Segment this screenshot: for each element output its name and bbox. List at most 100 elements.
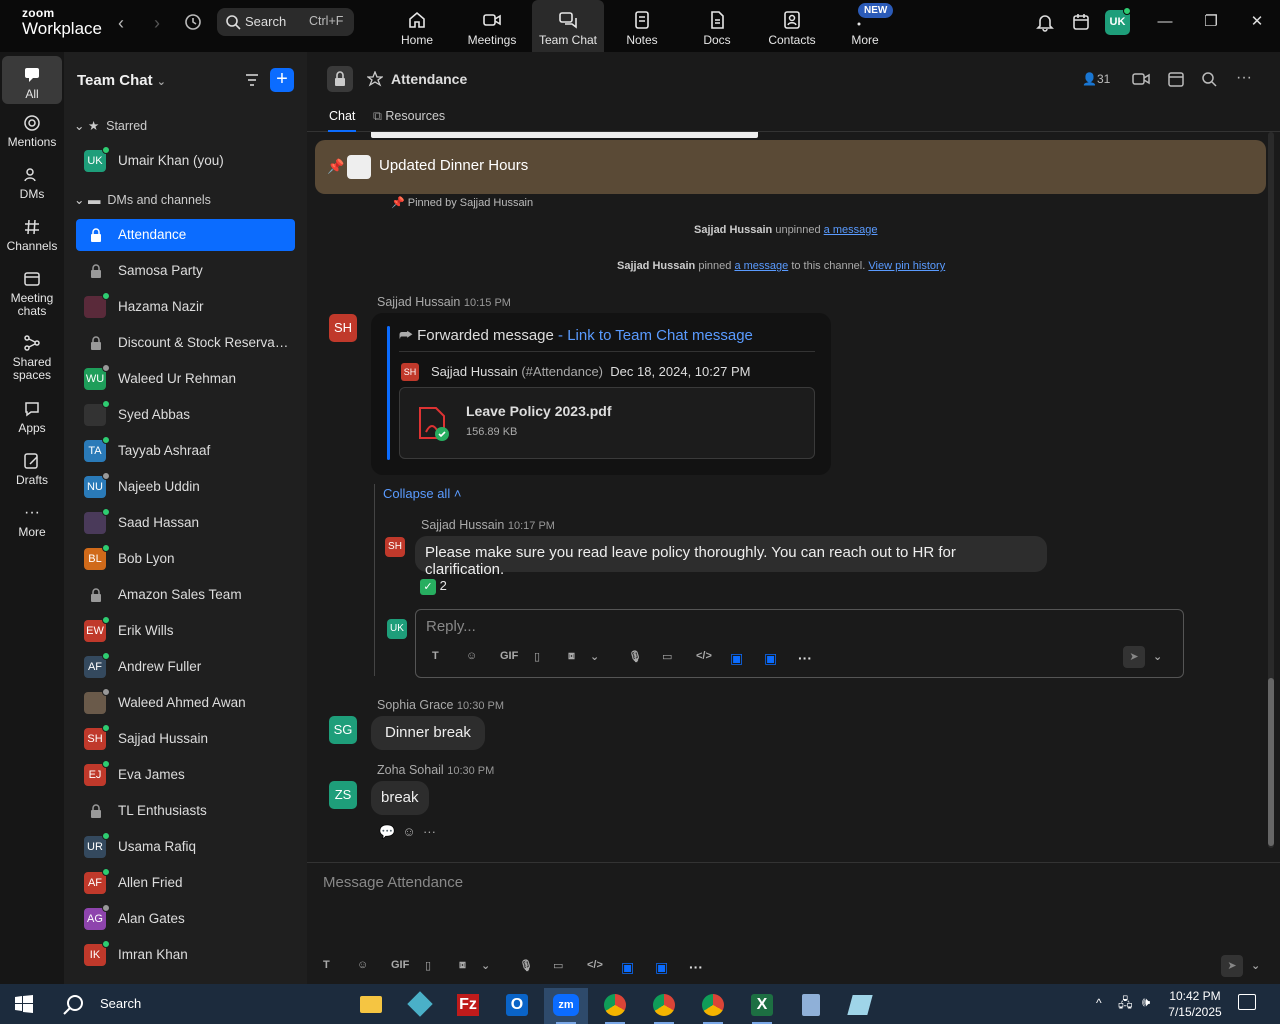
list-item[interactable]: EW Erik Wills [76, 615, 295, 647]
text-format-icon[interactable]: T [323, 959, 330, 971]
rail-drafts[interactable]: Drafts [2, 452, 62, 487]
list-item[interactable]: AF Andrew Fuller [76, 651, 295, 683]
list-item[interactable]: Saad Hassan [76, 507, 295, 539]
tab-home[interactable]: Home [381, 0, 453, 52]
file-attachment[interactable]: Leave Policy 2023.pdf 156.89 KB [399, 387, 815, 459]
minimize-icon[interactable]: — [1156, 13, 1174, 31]
app-icon[interactable]: ▣ [730, 650, 743, 667]
tab-chat[interactable]: Chat [327, 109, 357, 132]
emoji-icon[interactable]: ☺ [357, 959, 368, 971]
tab-team-chat[interactable]: Team Chat [532, 0, 604, 52]
rail-dms[interactable]: DMs [2, 166, 62, 201]
scrollbar[interactable] [1268, 132, 1274, 848]
team-chat-link[interactable]: Link to Team Chat message [567, 327, 753, 344]
video-clip-icon[interactable]: ▭ [553, 959, 563, 972]
new-chat-button[interactable]: + [270, 68, 294, 92]
filezilla-icon[interactable]: Fz [446, 988, 490, 1024]
pinned-message-bar[interactable]: 📌 Updated Dinner Hours [315, 140, 1266, 194]
gif-icon[interactable]: GIF [500, 650, 518, 662]
forward-icon[interactable]: › [146, 12, 168, 34]
list-item[interactable]: IK Imran Khan [76, 939, 295, 971]
list-item[interactable]: AG Alan Gates [76, 903, 295, 935]
tab-meetings[interactable]: Meetings [456, 0, 528, 52]
windows-start-icon[interactable] [15, 995, 33, 1013]
close-icon[interactable]: ✕ [1248, 13, 1266, 31]
section-dms[interactable]: ⌄ ▬ DMs and channels [74, 192, 211, 207]
outlook-icon[interactable]: O [495, 988, 539, 1024]
calendar-icon[interactable] [1167, 70, 1185, 88]
video-call-icon[interactable] [1132, 71, 1150, 87]
sidebar-title[interactable]: Team Chat ⌄ [77, 72, 166, 89]
text-format-icon[interactable]: T [432, 650, 439, 662]
chrome-icon[interactable] [691, 988, 735, 1024]
calculator-icon[interactable] [789, 988, 833, 1024]
taskbar-search-label[interactable]: Search [100, 996, 141, 1011]
send-options-chevron-icon[interactable]: ⌄ [1251, 959, 1260, 972]
code-icon[interactable]: </> [696, 650, 712, 662]
section-starred[interactable]: ⌄ ★ Starred [74, 118, 147, 133]
rail-mentions[interactable]: Mentions [2, 114, 62, 149]
reaction[interactable]: ✓ 2 [420, 578, 447, 595]
avatar[interactable]: ZS [329, 781, 357, 809]
star-icon[interactable] [367, 71, 383, 87]
dropdown-chevron-icon[interactable]: ⌄ [481, 959, 490, 972]
rail-channels[interactable]: Channels [2, 218, 62, 253]
list-item[interactable]: BL Bob Lyon [76, 543, 295, 575]
avatar[interactable]: SG [329, 716, 357, 744]
history-icon[interactable] [182, 12, 204, 34]
rail-more[interactable]: ··· More [2, 504, 62, 539]
screenshot-icon[interactable]: ⧈ [568, 650, 575, 663]
notepad-icon[interactable] [838, 988, 882, 1024]
clock[interactable]: 10:42 PM 7/15/2025 [1165, 988, 1225, 1020]
rail-meeting-chats[interactable]: Meeting chats [2, 270, 62, 318]
chrome-icon[interactable] [642, 988, 686, 1024]
message-link[interactable]: a message [824, 224, 878, 236]
app-icon[interactable]: ▣ [764, 650, 777, 667]
list-item[interactable]: TA Tayyab Ashraaf [76, 435, 295, 467]
emoji-icon[interactable]: ☺ [466, 650, 477, 662]
file-explorer-icon[interactable] [348, 988, 392, 1024]
send-options-chevron-icon[interactable]: ⌄ [1153, 650, 1162, 663]
screenshot-icon[interactable]: ⧈ [459, 959, 466, 972]
list-item[interactable]: UR Usama Rafiq [76, 831, 295, 863]
list-item[interactable]: Amazon Sales Team [76, 579, 295, 611]
app-diamond-icon[interactable] [397, 988, 441, 1024]
notifications-icon[interactable] [1238, 994, 1256, 1010]
emoji-reaction-icon[interactable]: ☺ [402, 824, 415, 839]
file-icon[interactable]: ▯ [534, 650, 540, 663]
list-item[interactable]: TL Enthusiasts [76, 795, 295, 827]
list-item[interactable]: Samosa Party [76, 255, 295, 287]
avatar[interactable]: SH [329, 314, 357, 342]
list-item[interactable]: Waleed Ahmed Awan [76, 687, 295, 719]
tray-chevron-icon[interactable]: ^ [1096, 996, 1102, 1010]
list-item[interactable]: UK Umair Khan (you) [76, 145, 295, 177]
gif-icon[interactable]: GIF [391, 959, 409, 971]
file-icon[interactable]: ▯ [425, 959, 431, 972]
app-icon[interactable]: ▣ [655, 959, 668, 976]
member-count[interactable]: 👤31 [1082, 72, 1110, 86]
more-icon[interactable]: ··· [689, 959, 703, 975]
rail-apps[interactable]: Apps [2, 400, 62, 435]
rail-shared-spaces[interactable]: Shared spaces [2, 334, 62, 382]
list-item[interactable]: Syed Abbas [76, 399, 295, 431]
whiteboard-icon[interactable] [1071, 12, 1091, 32]
message-link[interactable]: a message [734, 260, 788, 272]
search-box[interactable]: Search Ctrl+F [217, 8, 354, 36]
view-pin-history-link[interactable]: View pin history [868, 260, 945, 272]
list-item[interactable]: Hazama Nazir [76, 291, 295, 323]
reply-box[interactable]: Reply... T ☺ GIF ▯ ⧈ ⌄ 🎙 ▭ </> ▣ ▣ ··· ➤ ⌄ [415, 609, 1184, 678]
more-actions-icon[interactable]: ··· [423, 824, 436, 839]
restore-icon[interactable]: ❐ [1202, 13, 1220, 31]
search-icon[interactable] [62, 994, 84, 1016]
dropdown-chevron-icon[interactable]: ⌄ [590, 650, 599, 663]
volume-icon[interactable]: 🕪 [1142, 994, 1150, 1010]
chrome-icon[interactable] [593, 988, 637, 1024]
tab-docs[interactable]: Docs [681, 0, 753, 52]
list-item[interactable]: Discount & Stock Reservati... [76, 327, 295, 359]
send-button[interactable]: ➤ [1221, 955, 1243, 977]
video-clip-icon[interactable]: ▭ [662, 650, 672, 663]
more-icon[interactable]: ··· [798, 650, 812, 666]
rail-all[interactable]: All [2, 56, 62, 104]
app-icon[interactable]: ▣ [621, 959, 634, 976]
collapse-all-link[interactable]: Collapse all ˄ [383, 486, 461, 501]
